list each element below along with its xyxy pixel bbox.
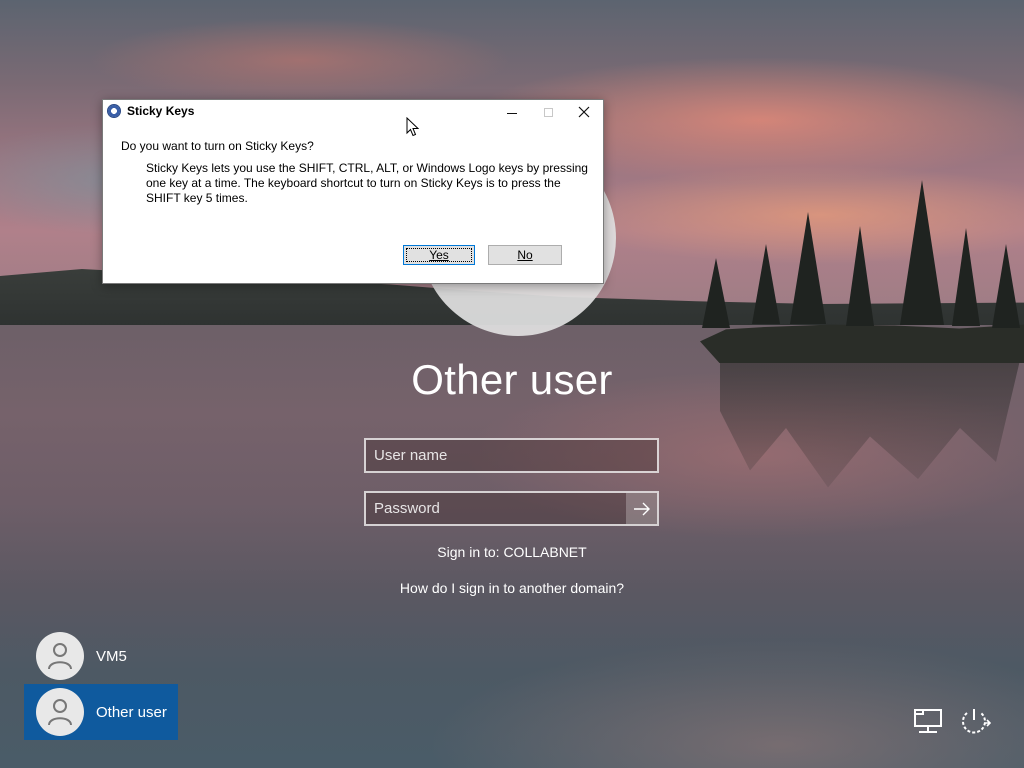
tree (992, 244, 1020, 328)
user-tile-other-user[interactable]: Other user (24, 684, 178, 740)
dialog-question: Do you want to turn on Sticky Keys? (121, 139, 314, 153)
tree (752, 244, 780, 324)
user-icon (48, 643, 72, 670)
selected-user-name: Other user (411, 356, 613, 403)
username-input[interactable] (366, 440, 657, 471)
tree (846, 226, 874, 326)
submit-button[interactable] (626, 493, 657, 524)
password-field-box (364, 491, 659, 526)
avatar (36, 632, 84, 680)
yes-button[interactable]: Yes (403, 245, 475, 265)
minimize-button[interactable] (495, 100, 529, 124)
sign-in-domain-text: Sign in to: COLLABNET (437, 544, 587, 560)
tree (790, 212, 826, 324)
network-icon[interactable] (911, 706, 945, 738)
sticky-keys-icon (107, 104, 121, 118)
sticky-keys-dialog: Sticky Keys Do you want to turn on Stick… (102, 99, 604, 284)
domain-help-link[interactable]: How do I sign in to another domain? (400, 580, 624, 596)
close-icon (578, 106, 590, 118)
close-button[interactable] (567, 100, 601, 124)
dialog-titlebar[interactable]: Sticky Keys (103, 100, 603, 124)
dialog-body-text: Sticky Keys lets you use the SHIFT, CTRL… (146, 161, 588, 205)
tree (952, 228, 980, 326)
power-icon[interactable] (957, 706, 991, 738)
username-field-box (364, 438, 659, 473)
maximize-button (531, 100, 565, 124)
user-tile-label: VM5 (96, 647, 127, 665)
no-button[interactable]: No (488, 245, 562, 265)
password-input[interactable] (366, 493, 628, 524)
dialog-title: Sticky Keys (127, 104, 195, 118)
user-tile-vm5[interactable]: VM5 (24, 628, 178, 684)
user-tile-label: Other user (96, 703, 167, 721)
domain-help-link-row: How do I sign in to another domain? (0, 580, 1024, 596)
arrow-right-icon (633, 502, 650, 515)
tree (702, 258, 730, 328)
minimize-icon (507, 112, 517, 114)
tree (900, 180, 944, 325)
user-icon (48, 699, 72, 726)
mouse-cursor-icon (406, 117, 420, 137)
maximize-icon (543, 107, 553, 117)
avatar (36, 688, 84, 736)
